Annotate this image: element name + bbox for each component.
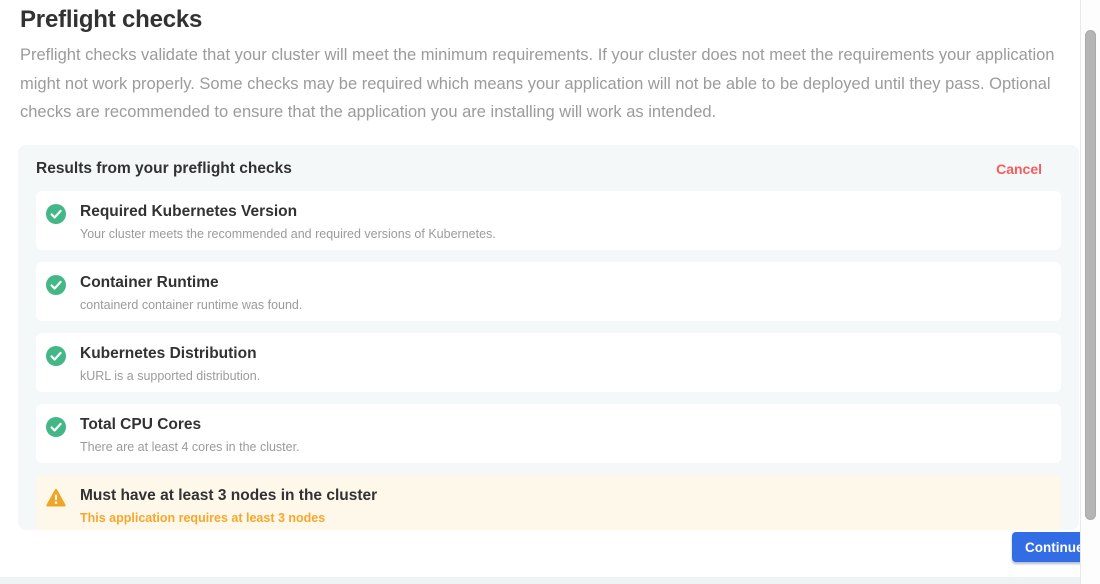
- check-message: Your cluster meets the recommended and r…: [80, 227, 496, 241]
- check-text: Container Runtime containerd container r…: [80, 274, 302, 312]
- check-text: Total CPU Cores There are at least 4 cor…: [80, 416, 300, 454]
- check-title: Container Runtime: [80, 274, 302, 292]
- check-text: Must have at least 3 nodes in the cluste…: [80, 487, 377, 525]
- panel-heading: Results from your preflight checks: [36, 160, 292, 178]
- check-circle-icon: [46, 346, 66, 366]
- bottom-divider-strip: [0, 577, 1080, 584]
- scrollbar[interactable]: [1080, 0, 1100, 584]
- check-title: Required Kubernetes Version: [80, 203, 496, 221]
- check-circle-icon: [46, 275, 66, 295]
- check-message: kURL is a supported distribution.: [80, 369, 260, 383]
- page-description: Preflight checks validate that your clus…: [20, 41, 1065, 127]
- page-title: Preflight checks: [20, 6, 202, 34]
- preflight-results-panel: Results from your preflight checks Cance…: [18, 145, 1079, 530]
- check-message: This application requires at least 3 nod…: [80, 511, 377, 525]
- scrollbar-thumb[interactable]: [1085, 30, 1096, 520]
- preflight-checks-page: Preflight checks Preflight checks valida…: [0, 0, 1100, 584]
- check-circle-icon: [46, 204, 66, 224]
- check-card-container-runtime: Container Runtime containerd container r…: [36, 262, 1061, 321]
- warning-triangle-icon: [46, 488, 66, 508]
- check-title: Kubernetes Distribution: [80, 345, 260, 363]
- check-title: Total CPU Cores: [80, 416, 300, 434]
- check-title: Must have at least 3 nodes in the cluste…: [80, 487, 377, 505]
- check-card-total-cpu-cores: Total CPU Cores There are at least 4 cor…: [36, 404, 1061, 463]
- check-text: Required Kubernetes Version Your cluster…: [80, 203, 496, 241]
- check-card-minimum-nodes: Must have at least 3 nodes in the cluste…: [36, 475, 1061, 530]
- cancel-link[interactable]: Cancel: [996, 161, 1042, 177]
- check-message: There are at least 4 cores in the cluste…: [80, 440, 300, 454]
- check-message: containerd container runtime was found.: [80, 298, 302, 312]
- panel-header: Results from your preflight checks Cance…: [18, 145, 1079, 191]
- check-card-kubernetes-distribution: Kubernetes Distribution kURL is a suppor…: [36, 333, 1061, 392]
- check-circle-icon: [46, 417, 66, 437]
- check-card-required-kubernetes-version: Required Kubernetes Version Your cluster…: [36, 191, 1061, 250]
- check-text: Kubernetes Distribution kURL is a suppor…: [80, 345, 260, 383]
